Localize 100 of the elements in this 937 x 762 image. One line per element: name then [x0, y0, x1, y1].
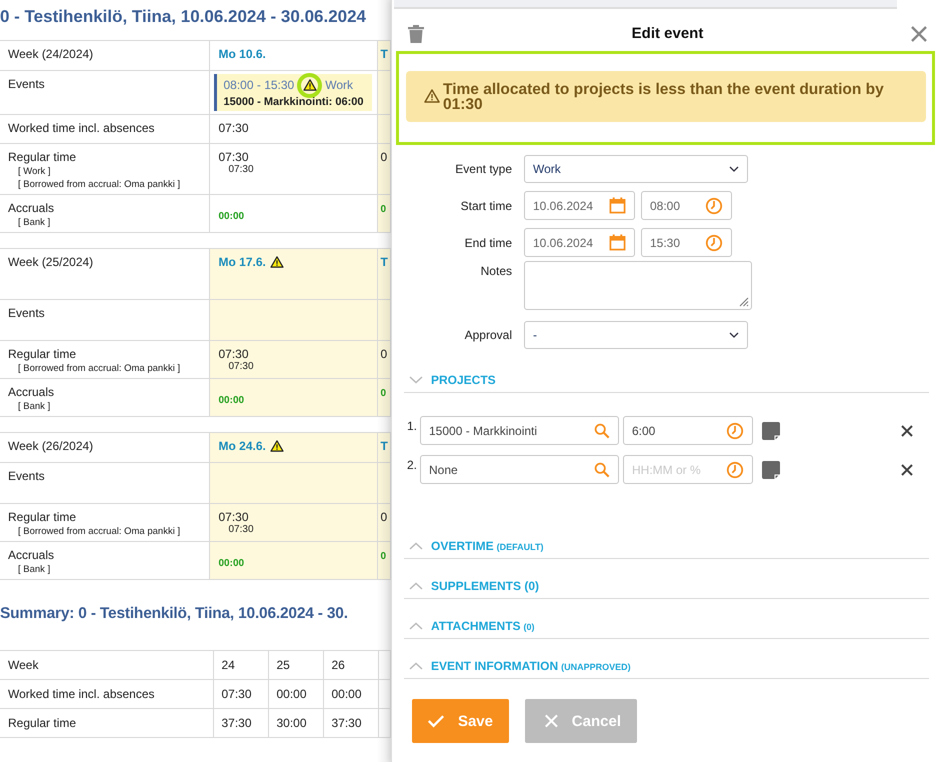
time-value: 0 — [380, 510, 388, 524]
remove-icon[interactable] — [901, 464, 913, 476]
section-header[interactable]: ATTACHMENTS (0) — [404, 599, 929, 639]
day-header[interactable]: Mo 10.6. — [218, 47, 266, 61]
table-cell: 07:30 — [222, 687, 252, 701]
week-number: (24/2024) — [42, 47, 94, 61]
close-icon — [545, 713, 558, 729]
warning-icon — [302, 79, 317, 91]
note-icon[interactable] — [761, 420, 781, 440]
row-label: Worked time incl. absences — [8, 121, 156, 135]
week-label: Week — [8, 439, 38, 453]
save-button[interactable]: Save — [412, 699, 509, 743]
close-icon[interactable] — [911, 26, 927, 42]
row-label: Regular time — [8, 510, 78, 524]
accrual-value: 00:00 — [218, 558, 246, 569]
select-field[interactable]: - — [524, 320, 748, 348]
chevron-down-icon — [729, 166, 739, 172]
warning-icon — [424, 89, 440, 103]
row-number: 1. — [406, 418, 418, 433]
row-number: 2. — [406, 457, 418, 472]
date-field[interactable]: 10.06.2024 — [524, 228, 635, 257]
week-label: Week — [8, 255, 38, 269]
chevron-up-icon[interactable] — [409, 662, 423, 670]
remove-icon[interactable] — [901, 424, 913, 436]
table-cell: 24 — [222, 658, 235, 672]
row-detail: [ Bank ] — [17, 401, 52, 412]
note-icon[interactable] — [761, 460, 781, 480]
time-field[interactable]: 08:00 — [641, 191, 732, 220]
notes-field[interactable] — [524, 261, 752, 310]
section-header[interactable]: PROJECTS — [404, 353, 929, 393]
section-header[interactable]: EVENT INFORMATION (UNAPPROVED) — [404, 639, 929, 679]
row-label: Regular time — [8, 347, 78, 361]
calendar-icon[interactable] — [609, 197, 626, 214]
row-detail: [ Borrowed from accrual: Oma pankki ] — [17, 179, 182, 190]
week-label: Week — [8, 47, 38, 61]
accrual-value: 00:00 — [218, 211, 246, 222]
table-cell: 37:30 — [332, 716, 362, 730]
row-label: Worked time incl. absences — [8, 687, 155, 701]
time-field[interactable]: 15:30 — [641, 228, 732, 257]
project-field[interactable]: None — [420, 455, 619, 484]
field-label: End time — [464, 236, 513, 250]
accrual-value: 00:00 — [218, 395, 246, 406]
search-icon[interactable] — [594, 422, 610, 438]
clock-icon[interactable] — [705, 234, 723, 252]
day-header[interactable]: T — [380, 255, 388, 269]
field-label: Event type — [454, 162, 513, 176]
row-detail: [ Bank ] — [17, 217, 52, 228]
chevron-down-icon[interactable] — [409, 376, 423, 384]
clock-icon[interactable] — [705, 196, 723, 214]
event-type: Work — [325, 78, 354, 92]
event-card[interactable]: 08:00 - 15:30 Work 15000 - Markkinointi: 06:00 — [214, 74, 372, 111]
time-value: 07:30 — [218, 150, 250, 164]
day-header[interactable]: Mo 24.6. — [218, 439, 266, 453]
date-field[interactable]: 10.06.2024 — [524, 191, 635, 220]
warning-icon — [270, 256, 284, 268]
row-label: Events — [8, 77, 46, 91]
row-label: Accruals — [8, 201, 56, 215]
row-label: Events — [8, 306, 46, 320]
check-icon — [428, 713, 444, 729]
time-value: 07:30 — [228, 361, 255, 372]
row-detail: [ Borrowed from accrual: Oma pankki ] — [17, 526, 182, 537]
table-cell: 37:30 — [222, 716, 252, 730]
trash-icon[interactable] — [408, 24, 424, 42]
search-icon[interactable] — [594, 462, 610, 478]
row-label: Accruals — [8, 548, 56, 562]
clock-icon[interactable] — [726, 460, 744, 478]
chevron-up-icon[interactable] — [409, 582, 423, 590]
time-field[interactable]: 6:00 — [623, 416, 753, 445]
chevron-up-icon[interactable] — [409, 622, 423, 630]
row-detail: [ Work ] — [17, 166, 52, 177]
project-field[interactable]: 15000 - Markkinointi — [420, 416, 619, 445]
time-value: 07:30 — [228, 524, 255, 535]
field-label: Approval — [464, 328, 513, 342]
day-header[interactable]: Mo 17.6. — [218, 255, 266, 269]
time-value: 0 — [380, 150, 388, 164]
time-value: 07:30 — [218, 121, 250, 135]
time-value: 07:30 — [228, 164, 255, 175]
row-label: Events — [8, 469, 46, 483]
table-cell: 25 — [276, 658, 290, 672]
week-number: (26/2024) — [42, 439, 94, 453]
clock-icon[interactable] — [726, 422, 744, 440]
section-header[interactable]: SUPPLEMENTS (0) — [404, 559, 929, 599]
field-label: Start time — [460, 198, 513, 212]
time-value: 07:30 — [218, 347, 250, 361]
section-header[interactable]: OVERTIME (DEFAULT) — [404, 519, 929, 559]
alert-message: Time allocated to projects is less than the event duration by 01:30 — [443, 82, 885, 112]
row-label: Regular time — [8, 150, 78, 164]
chevron-up-icon[interactable] — [409, 542, 423, 550]
table-cell: 26 — [332, 658, 345, 672]
accrual-value: 0 — [380, 204, 386, 215]
chevron-down-icon — [729, 332, 739, 338]
resize-handle-icon[interactable] — [739, 297, 749, 307]
warning-icon — [270, 440, 284, 452]
report-title: 0 - Testihenkilö, Tiina, 10.06.2024 - 30.06.2024 — [0, 7, 368, 28]
accrual-value: 0 — [380, 551, 386, 562]
week-number: (25/2024) — [42, 255, 94, 269]
row-label: Regular time — [8, 716, 76, 730]
time-value: 0 — [380, 347, 388, 361]
select-field[interactable]: Work — [524, 154, 748, 182]
calendar-icon[interactable] — [609, 234, 626, 251]
